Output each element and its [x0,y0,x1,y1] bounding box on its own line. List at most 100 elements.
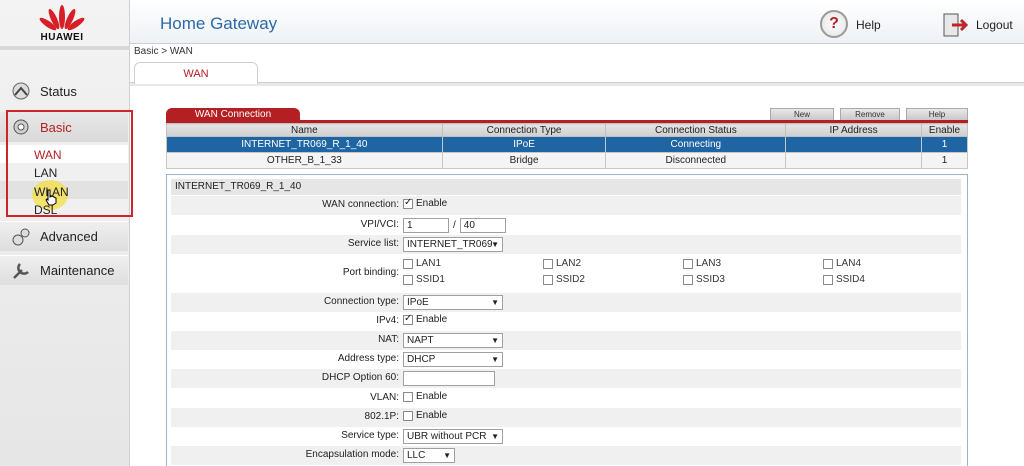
chevron-down-icon: ▼ [491,336,499,345]
dot1p-checkbox[interactable] [403,410,413,421]
tab-strip [130,82,1024,86]
page-title: Home Gateway [160,14,278,33]
wan-detail-form: INTERNET_TR069_R_1_40 WAN connection: En… [166,174,968,466]
connection-type-select[interactable]: IPoE ▼ [403,295,503,310]
field-label: Connection type: [323,296,399,307]
select-value: NAPT [407,335,434,346]
port-ssid3[interactable]: SSID3 [683,274,725,285]
field-label: VLAN: [370,392,399,403]
nat-select[interactable]: NAPT ▼ [403,333,503,348]
column-header: IP Address [785,123,922,137]
chevron-down-icon: ▼ [443,451,451,460]
port-ssid2[interactable]: SSID2 [543,274,585,285]
checkbox-label: Enable [416,391,448,402]
top-header: Home Gateway ? Help Logout [130,0,1024,44]
column-header: Connection Status [605,123,787,137]
ipv4-checkbox[interactable] [403,313,413,325]
help-link[interactable]: Help [856,18,881,32]
form-row-ipv4: IPv4: Enable [171,312,961,331]
chevron-down-icon: ▼ [491,240,499,249]
column-header: Enable [921,123,968,137]
chevron-down-icon: ▼ [491,432,499,441]
cell-enable: 1 [921,152,968,169]
form-row-encapsulation: Encapsulation mode: LLC ▼ [171,446,961,465]
logout-icon[interactable] [942,12,970,38]
breadcrumb: Basic > WAN [134,46,193,57]
select-value: IPoE [407,297,429,308]
table-header-row: Name Connection Type Connection Status I… [166,123,968,137]
logo-divider [0,46,130,50]
field-label: Service type: [341,430,399,441]
table-row[interactable]: OTHER_B_1_33 Bridge Disconnected 1 [166,152,968,169]
sidebar-item-label: Advanced [40,229,98,244]
form-row-connection-type: Connection type: IPoE ▼ [171,293,961,312]
vpi-vci-separator: / [453,220,456,231]
dhcp-option60-input[interactable] [403,371,495,386]
cell-enable: 1 [921,136,968,153]
field-label: DHCP Option 60: [321,372,399,383]
status-icon [12,82,30,100]
column-header: Connection Type [441,123,607,137]
port-lan2[interactable]: LAN2 [543,258,581,269]
sidebar-item-maintenance[interactable]: Maintenance [0,255,128,285]
cell-name: OTHER_B_1_33 [166,152,443,169]
help-icon[interactable]: ? [820,10,848,38]
field-label: Encapsulation mode: [305,449,399,460]
field-label: NAT: [378,334,399,345]
port-binding-grid: LAN1 LAN2 LAN3 LAN4 SSID1 SSID2 SSID3 SS… [403,255,963,293]
cell-status: Connecting [605,136,787,153]
select-value: INTERNET_TR069 [407,239,493,250]
vpi-input[interactable]: 1 [403,218,449,233]
port-lan3[interactable]: LAN3 [683,258,721,269]
cell-ip [785,136,922,153]
field-label: WAN connection: [322,199,399,210]
sidebar-item-status[interactable]: Status [0,76,128,106]
annotation-highlight-box [6,110,133,217]
cell-type: IPoE [441,136,607,153]
brand-name: HUAWEI [40,32,84,43]
port-ssid1[interactable]: SSID1 [403,274,445,285]
cell-ip [785,152,922,169]
form-row-8021p: 802.1P: Enable [171,408,961,427]
advanced-icon [12,228,30,245]
maintenance-icon [13,262,29,279]
logout-link[interactable]: Logout [976,18,1013,32]
form-row-address-type: Address type: DHCP ▼ [171,350,961,369]
service-list-select[interactable]: INTERNET_TR069 ▼ [403,237,503,252]
checkbox-label: Enable [416,314,448,325]
port-ssid4[interactable]: SSID4 [823,274,865,285]
page-root: HUAWEI Status Basic WAN LAN WLAN DSL Adv… [0,0,1024,466]
chevron-down-icon: ▼ [491,298,499,307]
cell-type: Bridge [441,152,607,169]
cell-name: INTERNET_TR069_R_1_40 [166,136,443,153]
form-row-vlan: VLAN: Enable [171,389,961,408]
select-value: UBR without PCR [407,431,487,442]
vci-input[interactable]: 40 [459,218,506,233]
checkbox-label: Enable [416,410,448,421]
field-label: VPI/VCI: [360,219,399,230]
form-row-nat: NAT: NAPT ▼ [171,331,961,350]
field-label: 802.1P: [364,411,399,422]
address-type-select[interactable]: DHCP ▼ [403,352,503,367]
wan-connection-checkbox[interactable] [403,197,413,209]
sidebar-item-label: Status [40,83,77,99]
cell-status: Disconnected [605,152,787,169]
field-label: Address type: [337,353,399,364]
form-row-service-type: Service type: UBR without PCR ▼ [171,427,961,446]
tab-wan[interactable]: WAN [134,62,258,84]
form-row-service-list: Service list: INTERNET_TR069 ▼ [171,235,961,254]
form-row-wan-connection: WAN connection: Enable [171,196,961,215]
checkbox-label: Enable [416,198,448,209]
sidebar-item-advanced[interactable]: Advanced [0,221,128,251]
vlan-checkbox[interactable] [403,391,413,402]
form-row-port-binding: Port binding: LAN1 LAN2 LAN3 LAN4 SSID1 … [171,255,961,293]
select-value: DHCP [407,354,436,365]
port-lan1[interactable]: LAN1 [403,258,441,269]
table-row[interactable]: INTERNET_TR069_R_1_40 IPoE Connecting 1 [166,136,968,153]
port-lan4[interactable]: LAN4 [823,258,861,269]
select-value: LLC [407,450,426,461]
field-label: Port binding: [342,267,399,278]
encapsulation-select[interactable]: LLC ▼ [403,448,455,463]
service-type-select[interactable]: UBR without PCR ▼ [403,429,503,444]
sidebar: HUAWEI Status Basic WAN LAN WLAN DSL Adv… [0,0,133,466]
